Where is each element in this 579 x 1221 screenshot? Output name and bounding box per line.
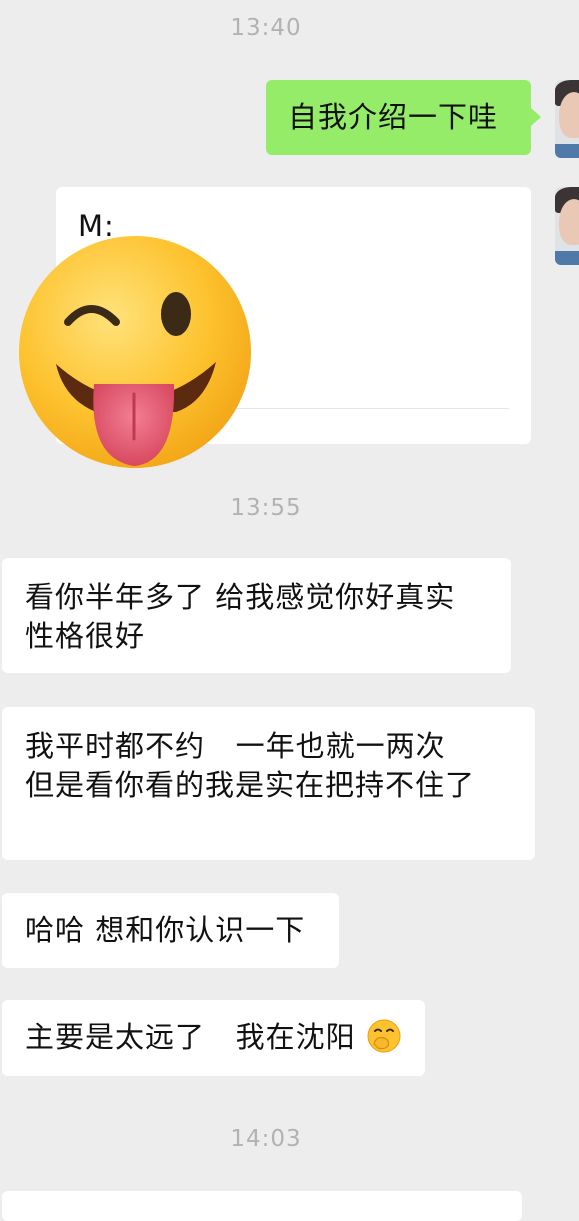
message-text: 哈哈 想和你认识一下 — [25, 913, 306, 947]
timestamp: 14:03 — [230, 1126, 302, 1152]
timestamp: 13:40 — [230, 15, 302, 41]
message-bubble-outgoing[interactable]: 自我介绍一下哇 — [266, 80, 531, 155]
message-text: 我平时都不约 一年也就一两次 但是看你看的我是实在把持不住了 — [25, 729, 476, 802]
message-bubble-incoming[interactable]: 我平时都不约 一年也就一两次 但是看你看的我是实在把持不住了 — [2, 707, 535, 860]
winking-face-with-tongue-icon — [19, 236, 251, 468]
hand-over-mouth-emoji-icon — [367, 1019, 401, 1053]
message-text: 看你半年多了 给我感觉你好真实 性格很好 — [25, 580, 456, 653]
message-bubble-incoming[interactable]: 主要是太远了 我在沈阳 — [2, 1000, 425, 1076]
message-text: 主要是太远了 我在沈阳 — [25, 1020, 356, 1054]
timestamp: 13:55 — [230, 495, 302, 521]
message-bubble-incoming[interactable] — [2, 1191, 522, 1221]
bubble-tail — [531, 108, 541, 126]
message-bubble-incoming[interactable]: 看你半年多了 给我感觉你好真实 性格很好 — [2, 558, 511, 673]
message-bubble-incoming[interactable]: 哈哈 想和你认识一下 — [2, 893, 339, 968]
avatar[interactable] — [555, 80, 579, 158]
message-text: 自我介绍一下哇 — [288, 100, 499, 134]
avatar[interactable] — [555, 187, 579, 265]
